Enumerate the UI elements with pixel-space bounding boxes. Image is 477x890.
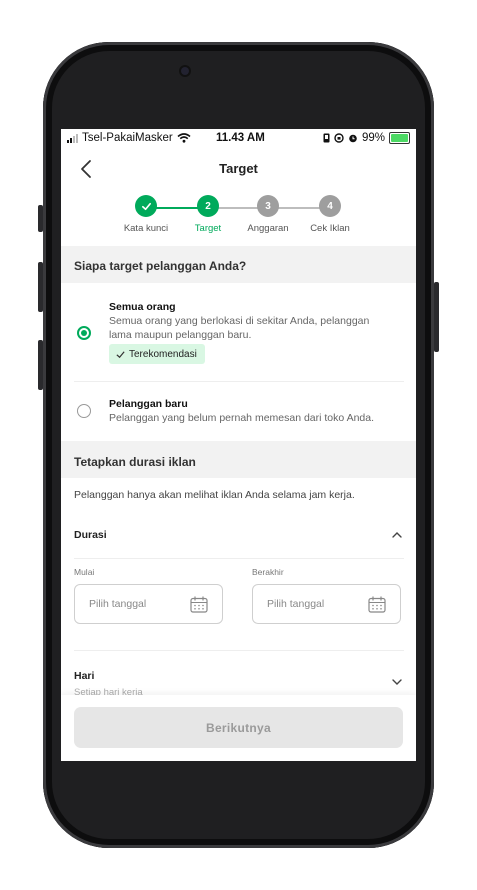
status-bar: Tsel-PakaiMasker 11.43 AM 99% [61, 129, 416, 147]
option-title: Pelanggan baru [109, 398, 188, 410]
option-description: Semua orang yang berlokasi di sekitar An… [109, 315, 370, 341]
app-screen: Tsel-PakaiMasker 11.43 AM 99% Target Kat… [61, 129, 416, 761]
sim-icon [323, 133, 330, 143]
step-label: Cek Iklan [310, 223, 350, 234]
duration-note: Pelanggan hanya akan melihat iklan Anda … [74, 489, 355, 501]
step-cek-iklan: 4 Cek Iklan [290, 195, 370, 234]
radio-selected[interactable] [77, 326, 91, 340]
end-date-placeholder: Pilih tanggal [267, 598, 325, 610]
signal-icon [67, 133, 78, 143]
app-header: Target [61, 153, 416, 187]
chevron-up-icon[interactable] [390, 528, 404, 542]
silent-switch [38, 205, 43, 232]
duration-section-header: Tetapkan durasi iklan [61, 441, 416, 478]
calendar-icon [190, 596, 208, 613]
battery-icon [389, 132, 410, 144]
option-description: Pelanggan yang belum pernah memesan dari… [109, 412, 375, 424]
status-right: 99% [323, 132, 410, 144]
start-date-field[interactable]: Pilih tanggal [74, 584, 223, 624]
carrier-name: Tsel-PakaiMasker [82, 132, 173, 144]
step-number: 4 [319, 195, 341, 217]
front-camera [181, 67, 189, 75]
option-title: Semua orang [109, 301, 176, 313]
option-pelanggan-baru[interactable]: Pelanggan baru Pelanggan yang belum pern… [61, 382, 416, 440]
orientation-lock-icon [334, 133, 344, 143]
volume-up-button [38, 262, 43, 312]
radio-unselected[interactable] [77, 404, 91, 418]
next-button[interactable]: Berikutnya [74, 707, 403, 748]
hari-label[interactable]: Hari [74, 670, 94, 682]
calendar-icon [368, 596, 386, 613]
step-number: 2 [197, 195, 219, 217]
divider [74, 650, 404, 651]
option-semua-orang[interactable]: Semua orang Semua orang yang berlokasi d… [61, 289, 416, 381]
divider [74, 558, 404, 559]
recommended-badge: Terekomendasi [109, 344, 205, 364]
durasi-label[interactable]: Durasi [74, 529, 107, 541]
check-icon [116, 350, 125, 358]
volume-down-button [38, 340, 43, 390]
page-title: Target [219, 161, 258, 176]
step-number: 3 [257, 195, 279, 217]
section-heading: Tetapkan durasi iklan [74, 455, 196, 469]
step-check-icon [135, 195, 157, 217]
end-date-label: Berakhir [252, 567, 284, 577]
clock: 11.43 AM [216, 132, 265, 144]
start-date-label: Mulai [74, 567, 95, 577]
battery-percent: 99% [361, 132, 385, 144]
section-heading: Siapa target pelanggan Anda? [74, 259, 247, 273]
carrier: Tsel-PakaiMasker [67, 132, 191, 144]
bottom-action-bar: Berikutnya [61, 695, 416, 761]
target-section-header: Siapa target pelanggan Anda? [61, 246, 416, 283]
progress-stepper: Kata kunci 2 Target 3 Anggaran 4 Cek Ikl… [61, 195, 416, 243]
power-button [434, 282, 439, 352]
alarm-icon [349, 134, 357, 143]
wifi-icon [177, 133, 191, 143]
end-date-field[interactable]: Pilih tanggal [252, 584, 401, 624]
badge-label: Terekomendasi [129, 348, 197, 360]
chevron-down-icon[interactable] [390, 675, 404, 689]
start-date-placeholder: Pilih tanggal [89, 598, 147, 610]
